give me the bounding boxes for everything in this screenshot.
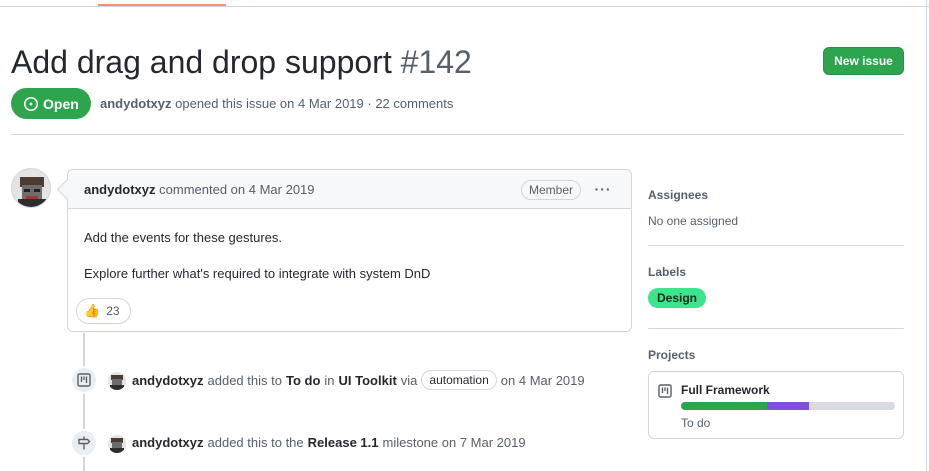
issue-title: Add drag and drop support #142 [11, 40, 472, 84]
comment-paragraph: Explore further what's required to integ… [84, 266, 431, 281]
issue-number: #142 [400, 44, 472, 80]
event-date[interactable]: on 4 Mar 2019 [501, 373, 585, 388]
event-text: added this to the [207, 435, 304, 450]
automation-badge: automation [421, 370, 497, 390]
project-progress-bar [681, 402, 895, 410]
event-actor-link[interactable]: andydotxyz [132, 373, 204, 388]
project-name[interactable]: Full Framework [681, 383, 770, 397]
event-text: milestone on 7 Mar 2019 [382, 435, 526, 450]
issue-open-icon [24, 96, 38, 111]
timeline-event-milestone: andydotxyz added this to the Release 1.1… [132, 435, 526, 450]
event-actor-avatar[interactable] [108, 372, 126, 390]
assignees-value: No one assigned [648, 214, 739, 228]
event-column-link[interactable]: To do [286, 373, 320, 388]
project-column: To do [681, 416, 711, 430]
milestone-icon [78, 436, 91, 450]
avatar-image [108, 435, 126, 453]
avatar-image [12, 169, 50, 207]
timeline-event-project: andydotxyz added this to To do in UI Too… [132, 370, 585, 390]
active-tab-underline [98, 4, 226, 6]
progress-todo-segment [809, 402, 895, 410]
timeline-event-badge [70, 429, 98, 457]
issue-opened-text: opened this issue on 4 Mar 2019 · 22 com… [175, 96, 454, 111]
reaction-count: 23 [106, 304, 120, 318]
member-badge: Member [521, 180, 582, 200]
new-issue-button[interactable]: New issue [823, 47, 904, 75]
comment-paragraph: Add the events for these gestures. [84, 230, 283, 245]
issue-comment: andydotxyz commented on 4 Mar 2019 Membe… [67, 169, 632, 332]
issue-state-label: Open [43, 95, 79, 112]
thumbs-up-icon: 👍 [84, 303, 101, 318]
issue-meta: andydotxyz opened this issue on 4 Mar 20… [100, 96, 453, 111]
timeline-event-badge [70, 366, 98, 394]
project-card[interactable]: Full Framework To do [648, 371, 904, 439]
page-edge-divider [926, 0, 927, 471]
issue-author-link[interactable]: andydotxyz [100, 96, 172, 111]
project-icon [77, 373, 91, 387]
issue-state-badge: Open [11, 88, 91, 119]
sidebar-divider [648, 328, 904, 329]
assignees-heading[interactable]: Assignees [648, 188, 708, 202]
event-text: added this to [207, 372, 282, 388]
progress-in-progress-segment [766, 402, 810, 410]
event-text: in [324, 372, 335, 388]
event-actor-link[interactable]: andydotxyz [132, 435, 204, 450]
header-divider [11, 134, 904, 135]
labels-heading[interactable]: Labels [648, 265, 686, 279]
comment-author-avatar[interactable] [11, 168, 51, 208]
avatar-image [108, 372, 126, 390]
comment-header: andydotxyz commented on 4 Mar 2019 Membe… [68, 170, 631, 209]
label-design[interactable]: Design [648, 288, 707, 308]
comment-author-link[interactable]: andydotxyz [84, 182, 156, 197]
event-milestone-link[interactable]: Release 1.1 [308, 435, 379, 450]
sidebar-divider [648, 245, 904, 246]
issue-title-text: Add drag and drop support [11, 44, 392, 80]
comment-author-line: andydotxyz commented on 4 Mar 2019 [84, 182, 315, 197]
reaction-button[interactable]: 👍 23 [76, 298, 131, 324]
event-project-link[interactable]: UI Toolkit [339, 373, 397, 388]
comment-options-icon[interactable]: ··· [593, 179, 613, 199]
progress-done-segment [681, 402, 767, 410]
event-actor-avatar[interactable] [108, 435, 126, 453]
projects-heading[interactable]: Projects [648, 348, 695, 362]
project-icon [658, 384, 672, 398]
event-text: via [400, 372, 418, 388]
comment-body: Add the events for these gestures. Explo… [84, 229, 430, 301]
comment-timestamp[interactable]: commented on 4 Mar 2019 [159, 182, 314, 197]
